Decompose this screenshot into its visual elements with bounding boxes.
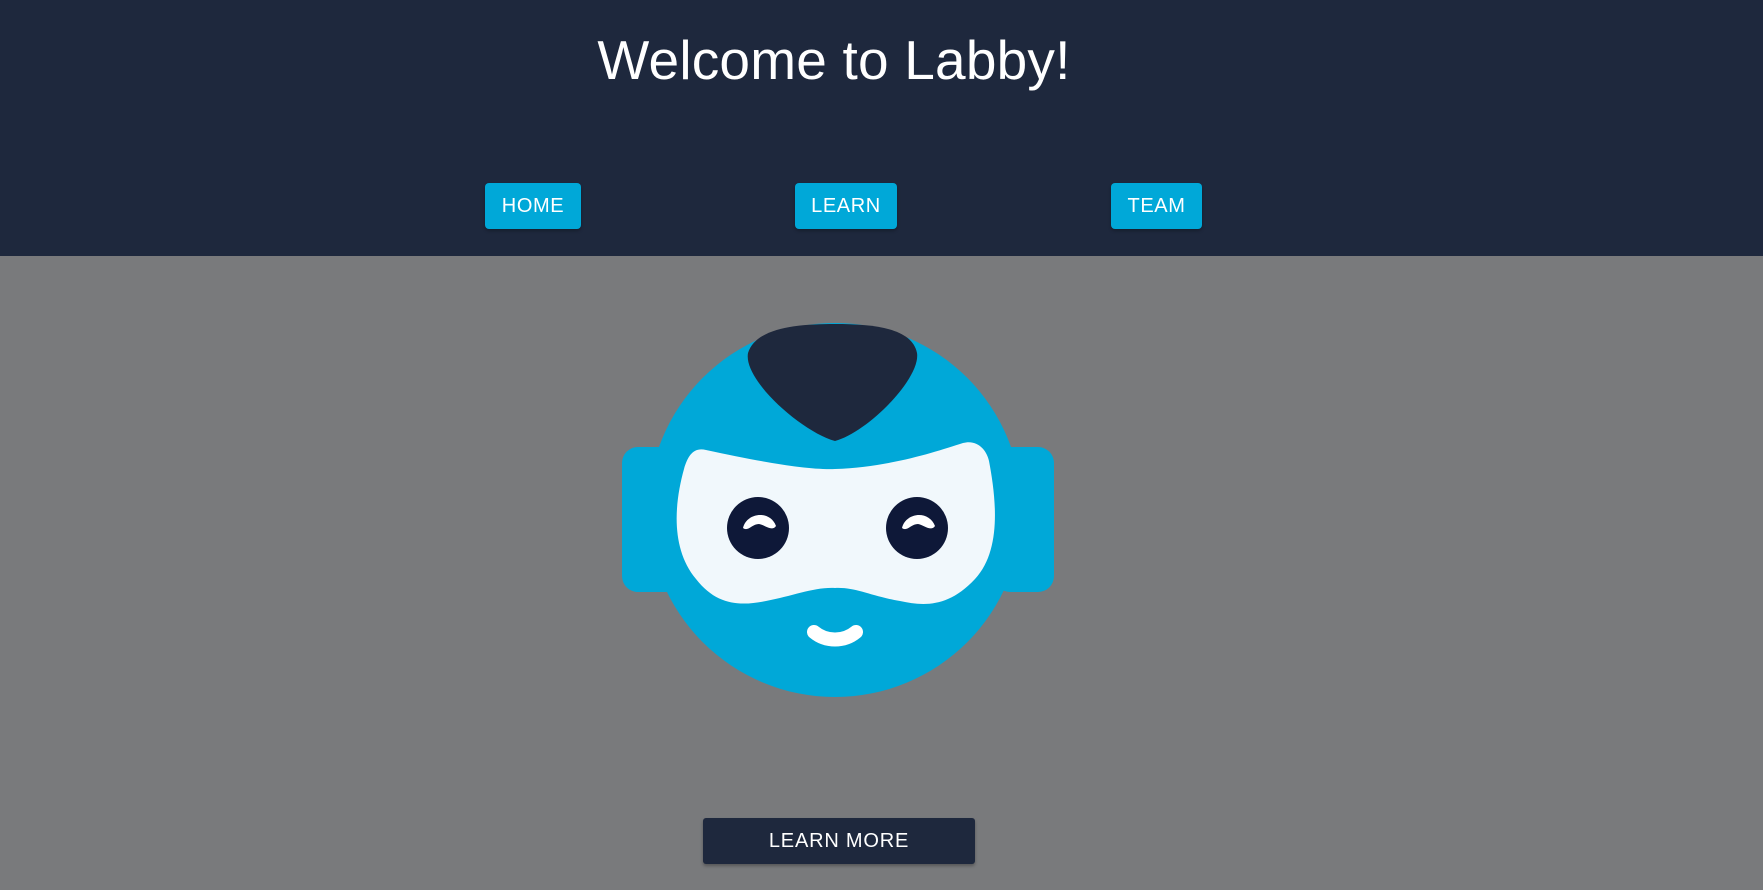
robot-mouth [807,625,863,647]
nav-learn-button[interactable]: LEARN [795,183,897,229]
main-content: LEARN MORE [0,256,1763,890]
page-title: Welcome to Labby! [597,29,1071,91]
learn-more-button[interactable]: LEARN MORE [703,818,975,864]
robot-left-eye [727,497,789,559]
nav-team-button[interactable]: TEAM [1111,183,1202,229]
robot-mascot-icon [622,323,1054,697]
robot-right-eye [886,497,948,559]
nav-home-button[interactable]: HOME [485,183,581,229]
site-header: Welcome to Labby! HOME LEARN TEAM [0,0,1763,256]
